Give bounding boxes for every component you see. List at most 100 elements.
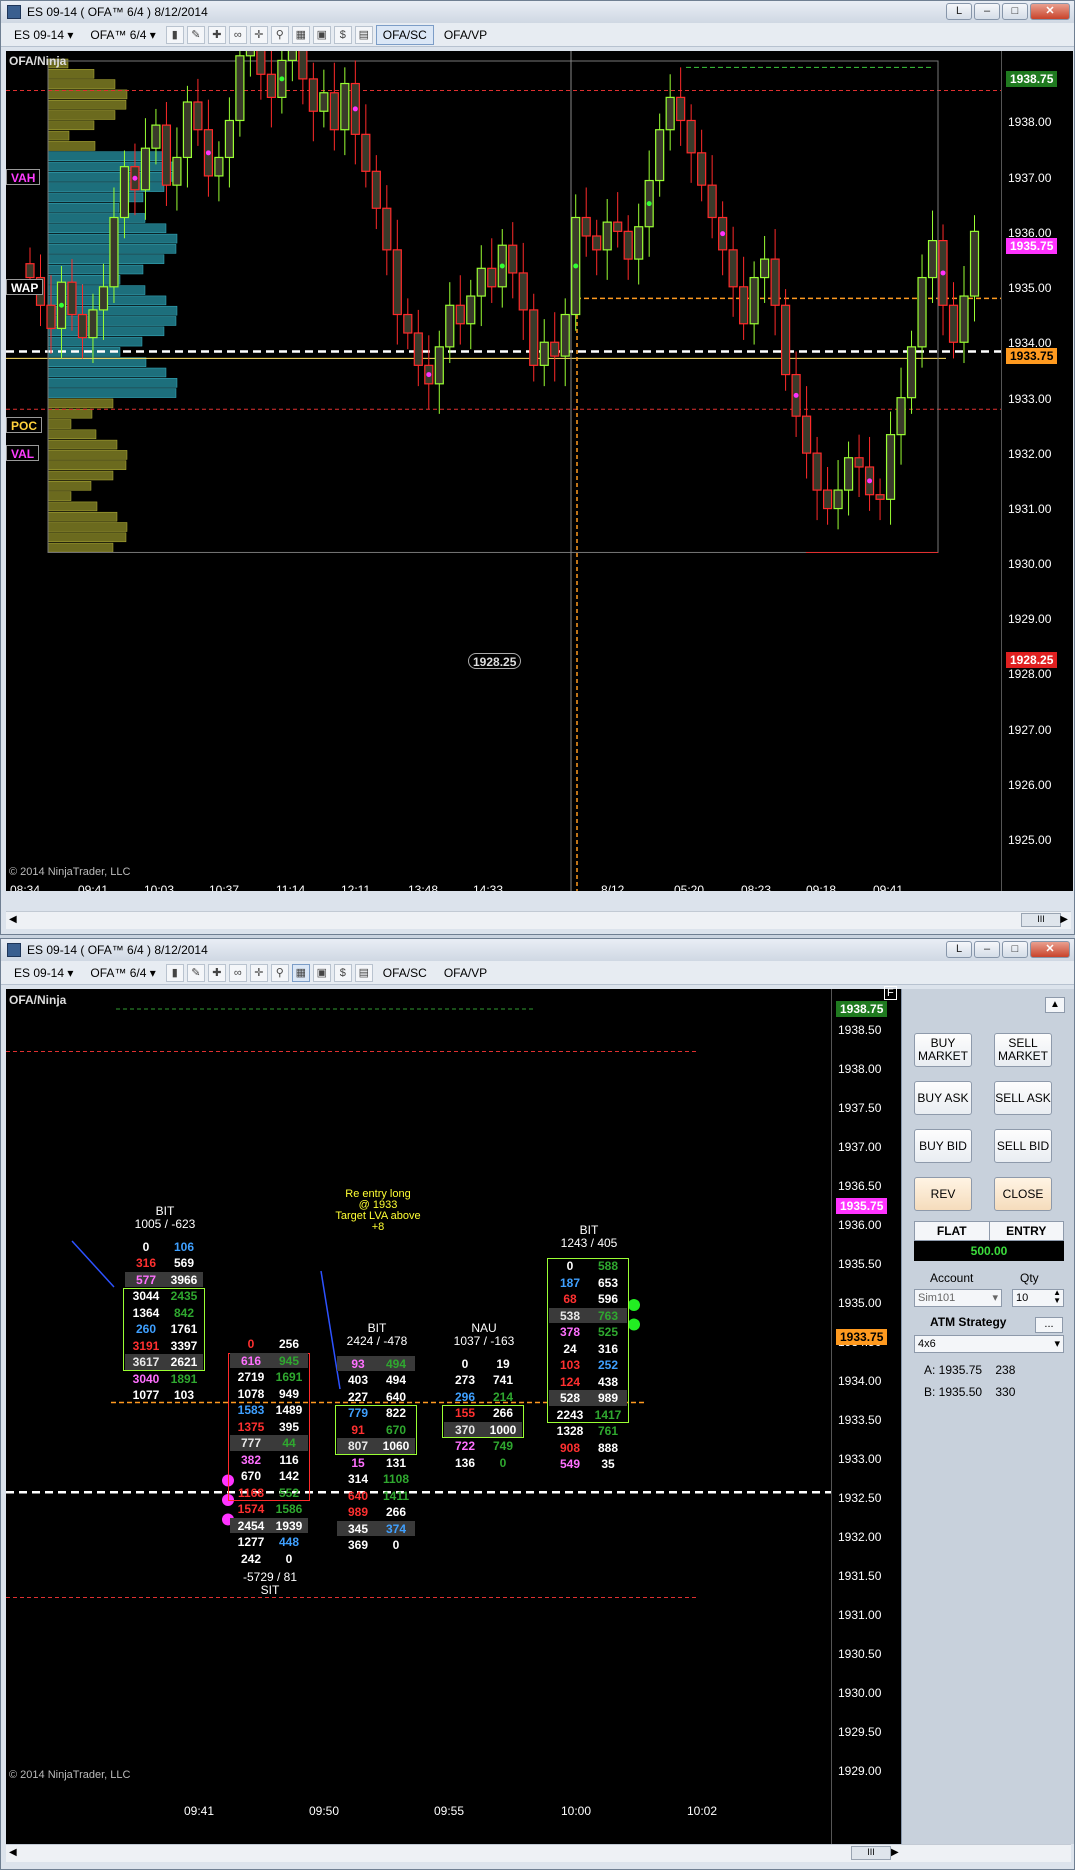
scroll-right-icon[interactable]: ▶ [891, 1847, 899, 1858]
scroll-left-icon[interactable]: ◀ [9, 1847, 17, 1858]
link-button[interactable]: L [946, 3, 972, 20]
close-position-button[interactable]: CLOSE [994, 1177, 1052, 1211]
top-price-chart[interactable]: OFA/Ninja © 2014 NinjaTrader, LLC VAH WA… [6, 51, 1001, 891]
sell-market-button[interactable]: SELL MARKET [994, 1033, 1052, 1067]
instrument-dropdown[interactable]: ES 09-14 ▾ [7, 25, 80, 45]
strategy-icon[interactable]: ∞ [228, 963, 247, 982]
footprint-ask-volume: 3397 [170, 1338, 198, 1353]
stepper-icon[interactable]: ▲ ▼ [1053, 1289, 1061, 1305]
crosshair-icon[interactable]: ✛ [249, 963, 268, 982]
candle-body [140, 147, 151, 191]
range-box [47, 60, 939, 553]
bottom-y-tick: 1930.00 [838, 1686, 882, 1700]
footprint-bid-volume: 1077 [132, 1388, 160, 1402]
properties-icon[interactable]: ▤ [354, 963, 373, 982]
footprint-bar-label: BIT 1005 / -623 [134, 1203, 196, 1231]
tab-ofa-sc[interactable]: OFA/SC [375, 24, 434, 45]
indicator-icon[interactable]: ✚ [207, 25, 226, 44]
interval-dropdown[interactable]: OFA™ 6/4 ▾ [83, 25, 162, 45]
close-icon[interactable]: ✕ [1030, 941, 1070, 958]
minimize-icon[interactable]: – [974, 941, 1000, 958]
indicator-icon[interactable]: ✚ [207, 963, 226, 982]
reverse-button[interactable]: REV [914, 1177, 972, 1211]
top-price-axis[interactable]: 1938.00 1937.00 1936.00 1935.00 1934.00 … [1001, 51, 1073, 891]
maximize-icon[interactable]: □ [1002, 941, 1028, 958]
ask-quote: A: 1935.75 238 [924, 1363, 1016, 1377]
buy-bid-button[interactable]: BUY BID [914, 1129, 972, 1163]
candle-body [392, 249, 402, 316]
maximize-icon[interactable]: □ [1002, 3, 1028, 20]
properties-icon[interactable]: ▤ [354, 25, 373, 44]
strategy-icon[interactable]: ∞ [228, 25, 247, 44]
scroll-thumb[interactable]: III [1021, 913, 1061, 927]
footprint-ask-volume: 0 [499, 1455, 507, 1470]
bottom-footprint-chart[interactable]: OFA/Ninja © 2014 NinjaTrader, LLC BIT 100… [6, 989, 831, 1844]
bar-style-icon[interactable]: ▮ [165, 963, 184, 982]
footprint-bid-volume: 3191 [132, 1338, 160, 1353]
footprint-bid-volume: 187 [559, 1275, 581, 1290]
candle-body [235, 55, 245, 122]
candle-body [25, 263, 35, 279]
footprint-bid-volume: 68 [563, 1292, 577, 1306]
interval-dropdown[interactable]: OFA™ 6/4 ▾ [83, 963, 162, 983]
atm-settings-button[interactable]: ... [1035, 1317, 1063, 1333]
scroll-right-icon[interactable]: ▶ [1060, 914, 1068, 925]
pencil-icon[interactable]: ✎ [186, 963, 205, 982]
account-select[interactable]: Sim101 ▾ [914, 1289, 1002, 1307]
candle-body [487, 267, 497, 288]
atm-strategy-select[interactable]: 4x6 ▾ [914, 1335, 1064, 1353]
minimize-icon[interactable]: – [974, 3, 1000, 20]
app-icon [7, 5, 21, 19]
data-box-icon[interactable]: ▣ [312, 963, 331, 982]
zoom-icon[interactable]: ⚲ [270, 963, 289, 982]
panel-collapse-icon[interactable]: ▲ [1045, 997, 1065, 1013]
close-icon[interactable]: ✕ [1030, 3, 1070, 20]
bid-quote: B: 1935.50 330 [924, 1385, 1016, 1399]
instrument-dropdown[interactable]: ES 09-14 ▾ [7, 963, 80, 983]
link-button[interactable]: L [946, 941, 972, 958]
candle-body [560, 313, 570, 357]
buy-market-button[interactable]: BUY MARKET [914, 1033, 972, 1067]
buy-ask-button[interactable]: BUY ASK [914, 1081, 972, 1115]
bottom-title-bar[interactable]: ES 09-14 ( OFA™ 6/4 ) 8/12/2014 L – □ ✕ [1, 939, 1074, 961]
candle-body [329, 92, 339, 131]
zoom-icon[interactable]: ⚲ [270, 25, 289, 44]
top-copyright: © 2014 NinjaTrader, LLC [9, 866, 131, 878]
bar-style-icon[interactable]: ▮ [165, 25, 184, 44]
qty-input[interactable]: 10 ▲ ▼ [1012, 1289, 1064, 1307]
bottom-y-tick: 1935.00 [838, 1296, 882, 1310]
candle-body [728, 249, 738, 288]
pencil-icon[interactable]: ✎ [186, 25, 205, 44]
volume-profile-bar [47, 213, 146, 223]
footprint-ask-volume: 569 [173, 1256, 195, 1270]
sell-ask-button[interactable]: SELL ASK [994, 1081, 1052, 1115]
footprint-bid-volume: 0 [142, 1239, 150, 1254]
footprint-ask-volume: 266 [492, 1406, 514, 1420]
bottom-horizontal-scrollbar[interactable]: ◀ III ▶ [6, 1844, 1071, 1862]
tab-ofa-vp[interactable]: OFA/VP [437, 963, 494, 983]
account-value: Sim101 [918, 1292, 956, 1304]
chart-trader-icon[interactable]: ▦ [291, 963, 310, 982]
footprint-ask-volume: 588 [597, 1259, 619, 1273]
tab-ofa-sc[interactable]: OFA/SC [376, 963, 434, 983]
bottom-price-axis[interactable]: 1938.50 1938.00 1937.50 1937.00 1936.50 … [831, 986, 901, 1844]
chart-trader-icon[interactable]: ▦ [291, 25, 310, 44]
data-box-icon[interactable]: ▣ [312, 25, 331, 44]
top-title-bar[interactable]: ES 09-14 ( OFA™ 6/4 ) 8/12/2014 L – □ ✕ [1, 1, 1074, 23]
tab-ofa-vp[interactable]: OFA/VP [437, 25, 494, 45]
footprint-bid-volume: 2719 [237, 1370, 265, 1384]
instrument-label: ES 09-14 [14, 965, 65, 980]
dollar-icon[interactable]: $ [333, 25, 352, 44]
footprint-ask-volume: 670 [385, 1422, 407, 1437]
footprint-bid-volume: 3044 [132, 1289, 160, 1303]
candle-body [98, 286, 109, 311]
dollar-icon[interactable]: $ [333, 963, 352, 982]
top-horizontal-scrollbar[interactable]: ◀ III ▶ [6, 911, 1071, 929]
crosshair-price-label: 1928.25 [468, 653, 522, 669]
sell-bid-button[interactable]: SELL BID [994, 1129, 1052, 1163]
bottom-f-marker[interactable]: F [884, 986, 897, 1000]
scroll-thumb[interactable]: III [851, 1846, 891, 1860]
scroll-left-icon[interactable]: ◀ [9, 914, 17, 925]
crosshair-icon[interactable]: ✛ [249, 25, 268, 44]
top-x-tick: 09:41 [78, 883, 109, 891]
